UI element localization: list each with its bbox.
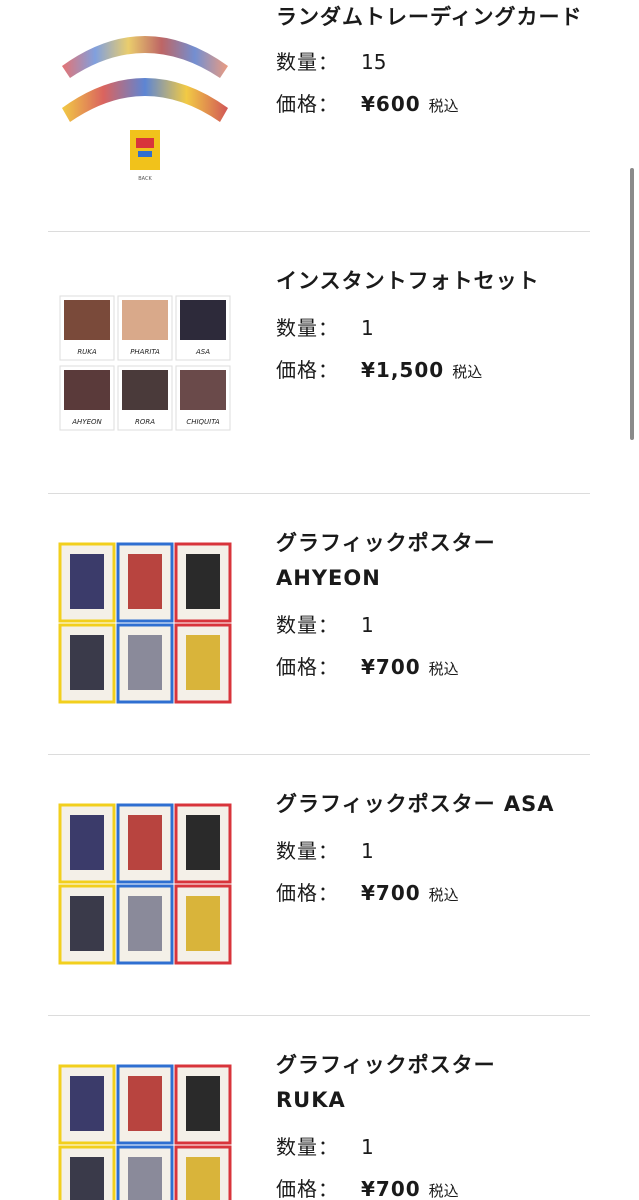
price-label: 価格： — [276, 1177, 339, 1200]
product-item-instant-photo[interactable]: RUKA PHARITA ASA AHYEON RORA CHIQUITA イン… — [48, 232, 590, 492]
photo-caption: ASA — [195, 348, 210, 356]
quantity-label: 数量： — [276, 613, 339, 637]
product-name: インスタントフォトセット — [276, 269, 540, 293]
scrollbar[interactable] — [630, 168, 634, 440]
instant-photo-grid-icon: RUKA PHARITA ASA AHYEON RORA CHIQUITA — [58, 294, 232, 434]
price-value: ¥700 — [361, 881, 421, 905]
price-row: 価格： ¥700 税込 — [276, 880, 586, 908]
product-item-poster-ahyeon[interactable]: グラフィックポスター AHYEON 数量： 1 価格： ¥700 税込 — [48, 494, 590, 754]
product-info: インスタントフォトセット 数量： 1 価格： ¥1,500 税込 — [276, 264, 586, 385]
poster-grid-icon — [58, 803, 232, 965]
price-value: ¥700 — [361, 655, 421, 679]
quantity-value: 1 — [361, 613, 374, 637]
price-value: ¥1,500 — [361, 358, 445, 382]
photo-caption: RORA — [135, 418, 155, 426]
product-name: グラフィックポスター RUKA — [276, 1053, 496, 1112]
tax-included-label: 税込 — [428, 886, 459, 904]
random-trading-card-fan-icon: BACK — [58, 14, 232, 184]
product-item-poster-ruka[interactable]: グラフィックポスター RUKA 数量： 1 価格： ¥700 税込 — [48, 1016, 590, 1200]
quantity-value: 15 — [361, 50, 387, 74]
quantity-value: 1 — [361, 316, 374, 340]
price-value: ¥600 — [361, 92, 421, 116]
quantity-row: 数量： 15 — [276, 49, 586, 75]
product-info: グラフィックポスター AHYEON 数量： 1 価格： ¥700 税込 — [276, 526, 586, 682]
quantity-value: 1 — [361, 1135, 374, 1159]
quantity-row: 数量： 1 — [276, 1134, 586, 1160]
photo-caption: PHARITA — [130, 348, 160, 356]
quantity-row: 数量： 1 — [276, 612, 586, 638]
tax-included-label: 税込 — [452, 363, 483, 381]
tax-included-label: 税込 — [428, 1182, 459, 1200]
product-item-random-card[interactable]: BACK ランダムトレーディングカード 数量： 15 価格： ¥600 税込 — [48, 0, 590, 230]
photo-caption: AHYEON — [71, 418, 102, 426]
poster-grid-icon — [58, 542, 232, 704]
product-item-poster-asa[interactable]: グラフィックポスター ASA 数量： 1 価格： ¥700 税込 — [48, 755, 590, 1015]
tax-included-label: 税込 — [428, 97, 459, 115]
product-info: グラフィックポスター ASA 数量： 1 価格： ¥700 税込 — [276, 787, 586, 908]
product-name: グラフィックポスター ASA — [276, 792, 555, 816]
price-label: 価格： — [276, 92, 339, 116]
price-value: ¥700 — [361, 1177, 421, 1200]
product-name: ランダムトレーディングカード — [276, 5, 583, 29]
photo-caption: CHIQUITA — [186, 418, 220, 426]
product-info: グラフィックポスター RUKA 数量： 1 価格： ¥700 税込 — [276, 1048, 586, 1200]
quantity-label: 数量： — [276, 1135, 339, 1159]
quantity-label: 数量： — [276, 839, 339, 863]
price-label: 価格： — [276, 655, 339, 679]
price-row: 価格： ¥1,500 税込 — [276, 357, 586, 385]
photo-caption: RUKA — [77, 348, 97, 356]
poster-grid-icon — [58, 1064, 232, 1200]
card-back-label: BACK — [138, 176, 152, 182]
tax-included-label: 税込 — [428, 660, 459, 678]
product-info: ランダムトレーディングカード 数量： 15 価格： ¥600 税込 — [276, 0, 586, 119]
price-row: 価格： ¥600 税込 — [276, 91, 586, 119]
price-label: 価格： — [276, 358, 339, 382]
quantity-label: 数量： — [276, 316, 339, 340]
quantity-row: 数量： 1 — [276, 838, 586, 864]
price-label: 価格： — [276, 881, 339, 905]
product-name: グラフィックポスター AHYEON — [276, 531, 496, 590]
price-row: 価格： ¥700 税込 — [276, 654, 586, 682]
price-row: 価格： ¥700 税込 — [276, 1176, 586, 1200]
quantity-label: 数量： — [276, 50, 339, 74]
quantity-row: 数量： 1 — [276, 315, 586, 341]
quantity-value: 1 — [361, 839, 374, 863]
